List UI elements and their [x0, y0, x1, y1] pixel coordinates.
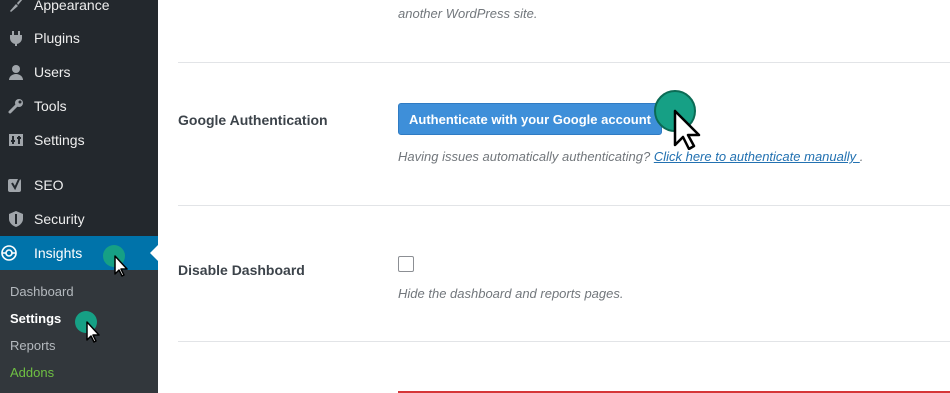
help-prefix: Having issues automatically authenticati…	[398, 149, 654, 164]
sidebar-item-insights[interactable]: Insights	[0, 236, 158, 270]
sidebar-item-label: Security	[34, 211, 85, 227]
sidebar-item-label: Tools	[34, 98, 67, 114]
paintbrush-icon	[7, 0, 25, 14]
divider	[178, 62, 950, 63]
sidebar-item-label: Insights	[34, 245, 83, 261]
sidebar-item-settings[interactable]: Settings	[0, 123, 158, 157]
submenu-item-reports[interactable]: Reports	[10, 338, 56, 353]
plugin-icon	[7, 29, 25, 47]
insights-icon	[0, 244, 18, 262]
submenu-item-dashboard[interactable]: Dashboard	[10, 284, 74, 299]
sidebar-item-label: SEO	[34, 177, 64, 193]
settings-content: another WordPress site. Google Authentic…	[158, 0, 950, 393]
submenu-item-settings[interactable]: Settings	[10, 311, 61, 326]
wrench-icon	[7, 97, 25, 115]
sidebar-item-security[interactable]: Security	[0, 202, 158, 236]
shield-icon	[7, 210, 25, 228]
active-indicator-arrow	[150, 245, 158, 261]
submenu-item-addons[interactable]: Addons	[10, 365, 54, 380]
settings-icon	[7, 131, 25, 149]
sidebar-item-seo[interactable]: SEO	[0, 168, 158, 202]
manual-auth-link[interactable]: Click here to authenticate manually	[654, 149, 860, 164]
divider	[178, 205, 950, 206]
sidebar-item-label: Plugins	[34, 30, 80, 46]
yoast-icon	[7, 176, 25, 194]
sidebar-item-label: Settings	[34, 132, 85, 148]
sidebar-item-tools[interactable]: Tools	[0, 89, 158, 123]
google-auth-label: Google Authentication	[178, 112, 328, 128]
google-auth-help: Having issues automatically authenticati…	[398, 149, 863, 164]
divider	[178, 341, 950, 342]
user-icon	[7, 63, 25, 81]
sidebar-item-plugins[interactable]: Plugins	[0, 21, 158, 55]
sidebar-item-users[interactable]: Users	[0, 55, 158, 89]
sidebar-item-appearance[interactable]: Appearance	[0, 0, 158, 22]
disable-dashboard-checkbox[interactable]	[398, 256, 414, 272]
authenticate-google-button[interactable]: Authenticate with your Google account	[398, 103, 662, 135]
previous-setting-description: another WordPress site.	[398, 6, 538, 21]
admin-sidebar: Appearance Plugins Users Tools Settings …	[0, 0, 158, 393]
sidebar-item-label: Appearance	[34, 0, 110, 13]
help-suffix: .	[859, 149, 864, 164]
insights-submenu: Dashboard Settings Reports Addons	[0, 270, 158, 393]
disable-dashboard-help: Hide the dashboard and reports pages.	[398, 286, 624, 301]
disable-dashboard-label: Disable Dashboard	[178, 262, 305, 278]
sidebar-item-label: Users	[34, 64, 71, 80]
